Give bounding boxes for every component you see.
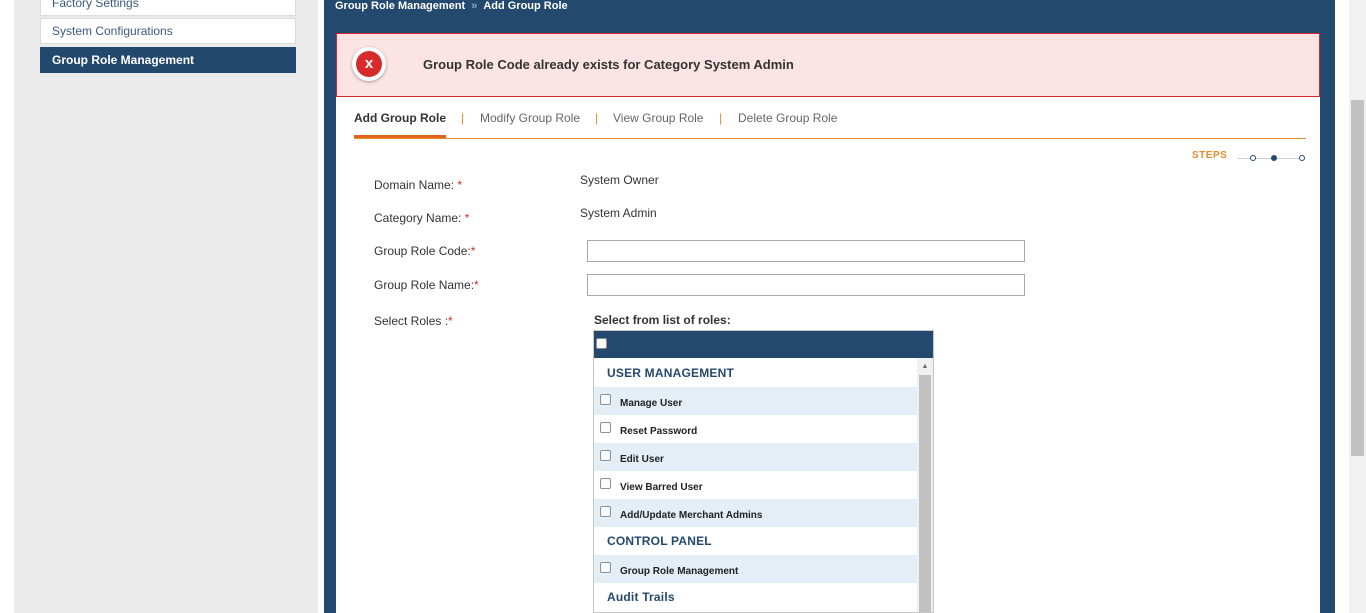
- role-checkbox[interactable]: [600, 478, 611, 489]
- tab-bar: Add Group Role | Modify Group Role | Vie…: [354, 110, 1306, 139]
- tab-separator: |: [719, 111, 723, 125]
- roles-list: USER MANAGEMENT Manage User Reset Passwo…: [594, 358, 917, 612]
- select-roles-label-text: Select Roles :: [374, 314, 449, 328]
- category-name-label: Category Name: *: [374, 211, 469, 225]
- page-scrollbar[interactable]: [1349, 0, 1366, 613]
- role-checkbox[interactable]: [600, 394, 611, 405]
- role-checkbox[interactable]: [600, 450, 611, 461]
- required-marker: *: [457, 178, 463, 192]
- error-message-box: x Group Role Code already exists for Cat…: [336, 33, 1320, 97]
- role-label: Manage User: [620, 398, 683, 409]
- step-3-dot: [1299, 155, 1305, 161]
- required-marker: *: [464, 211, 470, 225]
- role-label: Add/Update Merchant Admins: [620, 510, 763, 521]
- error-x-icon: x: [352, 47, 386, 81]
- breadcrumb-item-add-group-role: Add Group Role: [483, 0, 568, 12]
- role-group-user-management: USER MANAGEMENT: [607, 366, 735, 380]
- required-marker: *: [448, 314, 453, 328]
- roles-scrollbar-thumb[interactable]: [919, 375, 931, 612]
- tab-modify-group-role[interactable]: Modify Group Role: [480, 110, 580, 126]
- sidebar-item-system-configurations[interactable]: System Configurations: [40, 18, 296, 44]
- tab-separator: |: [595, 111, 599, 125]
- required-marker: *: [474, 278, 479, 292]
- role-row-group-role-management[interactable]: Group Role Management: [594, 555, 917, 583]
- breadcrumb-separator-icon: »: [471, 0, 478, 12]
- select-roles-label: Select Roles :*: [374, 314, 453, 328]
- role-row-add-update-merchant-admins[interactable]: Add/Update Merchant Admins: [594, 499, 917, 527]
- steps-label: STEPS: [1192, 150, 1228, 161]
- tab-separator: |: [461, 111, 465, 125]
- tab-add-group-role[interactable]: Add Group Role: [354, 110, 446, 126]
- error-x-glyph: x: [356, 51, 382, 77]
- required-marker: *: [470, 244, 476, 258]
- roles-list-title: Select from list of roles:: [594, 313, 731, 327]
- role-checkbox[interactable]: [600, 506, 611, 517]
- role-row-edit-user[interactable]: Edit User: [594, 443, 917, 471]
- role-row-reset-password[interactable]: Reset Password: [594, 415, 917, 443]
- domain-name-label: Domain Name: *: [374, 178, 462, 192]
- select-all-roles-checkbox[interactable]: [596, 338, 607, 349]
- breadcrumb: Group Role Management » Add Group Role: [335, 0, 568, 12]
- active-tab-underline: [354, 135, 446, 138]
- role-checkbox[interactable]: [600, 422, 611, 433]
- scroll-up-arrow-icon[interactable]: ▲: [917, 362, 933, 372]
- role-checkbox[interactable]: [600, 562, 611, 573]
- steps-indicator: [1236, 155, 1306, 161]
- category-name-value: System Admin: [580, 206, 657, 220]
- role-row-view-barred-user[interactable]: View Barred User: [594, 471, 917, 499]
- role-label: View Barred User: [620, 482, 703, 493]
- main-frame: Group Role Management » Add Group Role x G…: [324, 0, 1335, 613]
- group-role-code-label-text: Group Role Code:: [374, 244, 471, 258]
- roles-scrollbar[interactable]: ▲: [917, 358, 933, 612]
- role-label: Edit User: [620, 454, 664, 465]
- domain-name-value: System Owner: [580, 173, 659, 187]
- tab-view-group-role[interactable]: View Group Role: [613, 110, 704, 126]
- step-2-dot-current: [1271, 155, 1277, 161]
- role-group-control-panel: CONTROL PANEL: [607, 534, 712, 548]
- role-label: Reset Password: [620, 426, 698, 437]
- sidebar-item-group-role-management[interactable]: Group Role Management: [40, 47, 296, 73]
- tab-delete-group-role[interactable]: Delete Group Role: [738, 110, 837, 126]
- group-role-code-input[interactable]: [587, 240, 1025, 262]
- domain-name-label-text: Domain Name:: [374, 178, 455, 192]
- group-role-code-label: Group Role Code:*: [374, 244, 475, 258]
- category-name-label-text: Category Name:: [374, 211, 462, 225]
- error-message-text: Group Role Code already exists for Categ…: [423, 57, 794, 72]
- step-1-dot: [1250, 155, 1256, 161]
- breadcrumb-item-group-role-management[interactable]: Group Role Management: [335, 0, 465, 12]
- left-navigation-panel: Factory Settings System Configurations G…: [14, 0, 318, 613]
- role-label: Group Role Management: [620, 566, 739, 577]
- roles-selector: USER MANAGEMENT Manage User Reset Passwo…: [593, 330, 934, 613]
- role-row-manage-user[interactable]: Manage User: [594, 387, 917, 415]
- content-panel: x Group Role Code already exists for Cat…: [336, 33, 1320, 613]
- sidebar-item-factory-settings[interactable]: Factory Settings: [40, 0, 296, 16]
- group-role-name-label: Group Role Name:*: [374, 278, 479, 292]
- roles-header: [594, 331, 933, 358]
- group-role-name-label-text: Group Role Name:: [374, 278, 475, 292]
- group-role-name-input[interactable]: [587, 274, 1025, 296]
- role-group-audit-trails: Audit Trails: [607, 590, 675, 604]
- page-scrollbar-thumb[interactable]: [1351, 100, 1364, 456]
